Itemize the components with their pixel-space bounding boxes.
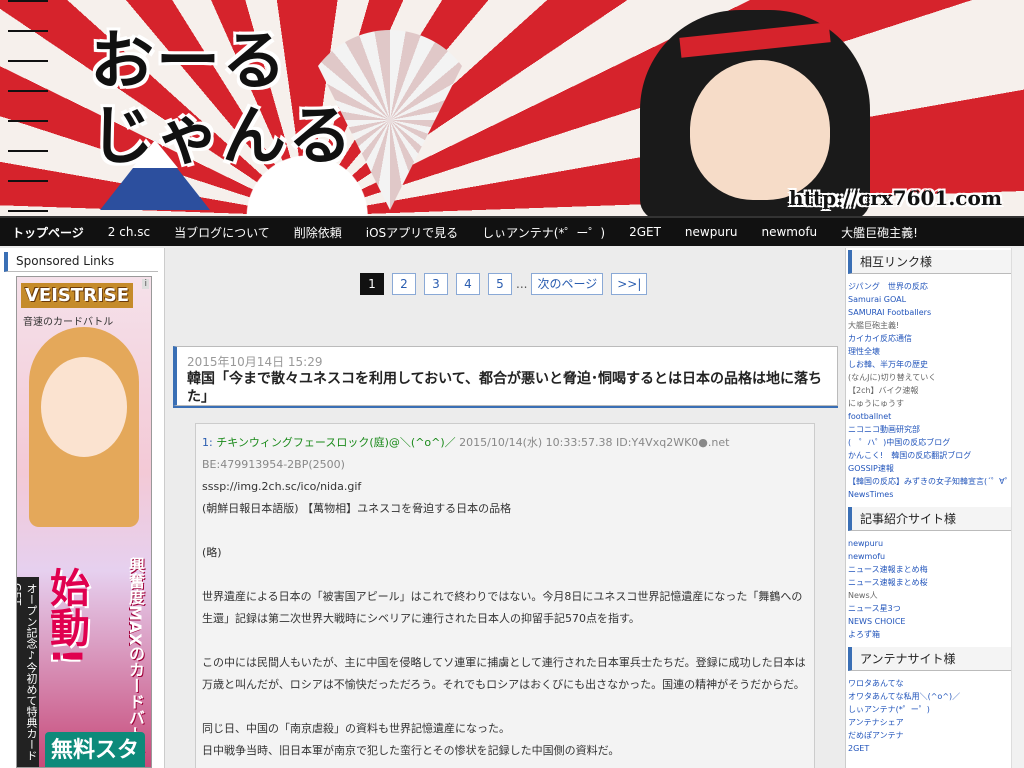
bamboo-decoration	[8, 0, 48, 216]
article-line: 日中戦争当時、旧日本軍が南京で犯した蛮行とその惨状を記録した中国側の資料だ。	[202, 744, 620, 757]
article-line: sssp://img.2ch.sc/ico/nida.gif	[202, 480, 362, 493]
sidebar-link[interactable]: よろず箱	[848, 628, 1011, 641]
sidebar-link[interactable]: だめぽアンテナ	[848, 729, 1011, 742]
mutual-links-heading: 相互リンク様	[848, 250, 1011, 274]
post-header: 1: チキンウィングフェースロック(庭)@＼(^o^)／ 2015/10/14(…	[202, 432, 808, 476]
article-header: 2015年10月14日 15:29 韓国「今まで散々ユネスコを利用しておいて、都…	[173, 346, 838, 408]
nav-about-blog[interactable]: 当ブログについて	[162, 224, 282, 241]
line-spacer	[202, 520, 808, 542]
sidebar-link[interactable]: ( ゜ハ゜)中国の反応ブログ	[848, 436, 1011, 449]
sidebar-link[interactable]: アンテナシェア	[848, 716, 1011, 729]
sidebar-link[interactable]: SAMURAI Footballers	[848, 306, 1011, 319]
article-line: 世界遺産による日本の「被害国アピール」はこれで終わりではない。今月8日にユネスコ…	[202, 590, 803, 625]
sidebar-link[interactable]: (なんJに)切り替えていく	[848, 371, 1011, 384]
sidebar-link[interactable]: newpuru	[848, 537, 1011, 550]
sidebar-link[interactable]: しお韓、半万年の歴史	[848, 358, 1011, 371]
site-url: http://crx7601.com	[789, 186, 1002, 210]
sidebar-link[interactable]: カイカイ反応通信	[848, 332, 1011, 345]
post-number: 1:	[202, 436, 213, 449]
post-author: チキンウィングフェースロック(庭)@＼(^o^)／	[216, 436, 456, 449]
line-spacer	[202, 696, 808, 718]
left-sidebar: Sponsored Links VEISTRISE 音速のカードバトル i 始動…	[0, 248, 165, 768]
antenna-sites-heading: アンテナサイト様	[848, 647, 1011, 671]
sidebar-link[interactable]: にゅうにゅうす	[848, 397, 1011, 410]
sidebar-link[interactable]: かんこく! 韓国の反応翻訳ブログ	[848, 449, 1011, 462]
sidebar-link[interactable]: ニコニコ動画研究部	[848, 423, 1011, 436]
page-1-link[interactable]: 1	[360, 273, 384, 295]
article-sites-list: newpuru newmofu ニュース速報まとめ梅 ニュース速報まとめ桜 News人ニ…	[846, 531, 1011, 645]
article-sites-heading: 記事紹介サイト様	[848, 507, 1011, 531]
sidebar-link[interactable]: 【韓国の反応】みずきの女子知韓宣言(´゜∀゜`)	[848, 475, 1011, 488]
sidebar-link[interactable]: GOSSIP速報	[848, 462, 1011, 475]
sidebar-link[interactable]: オワタあんてな私用＼(^o^)／	[848, 690, 1011, 703]
sidebar-link[interactable]: NEWS CHOICE	[848, 615, 1011, 628]
article-line: この中には民間人もいたが、主に中国を侵略してソ連軍に捕虜として連行された日本軍兵…	[202, 656, 806, 691]
sidebar-link[interactable]: NewsTimes	[848, 488, 1011, 501]
next-page-link[interactable]: 次のページ	[531, 273, 604, 295]
sidebar-link[interactable]: ニュース星3つ	[848, 602, 1011, 615]
sidebar-link[interactable]: 大艦巨砲主義!	[848, 319, 1011, 332]
nav-2get[interactable]: 2GET	[617, 225, 673, 239]
sidebar-link[interactable]: ワロタあんてな	[848, 677, 1011, 690]
nav-shii-antenna[interactable]: しぃアンテナ(*゜ー゜)	[470, 224, 617, 241]
nav-2ch-sc[interactable]: 2 ch.sc	[96, 225, 162, 239]
sidebar-link[interactable]: しぃアンテナ(*゜ー゜)	[848, 703, 1011, 716]
nav-ios-app[interactable]: iOSアプリで見る	[354, 224, 470, 241]
page-5-link[interactable]: 5	[488, 273, 512, 295]
site-title-line2: じゃんる	[90, 100, 354, 174]
main-nav: トップページ 2 ch.sc 当ブログについて 削除依頼 iOSアプリで見る し…	[0, 218, 1024, 246]
article-line: (朝鮮日報日本語版) 【萬物相】ユネスコを脅迫する日本の品格	[202, 502, 512, 515]
mutual-links-list: ジパング 世界の反応 Samurai GOAL SAMURAI Footballer…	[846, 274, 1011, 505]
nav-newpuru[interactable]: newpuru	[673, 225, 750, 239]
sidebar-link[interactable]: newmofu	[848, 550, 1011, 563]
sponsored-ad-banner[interactable]: VEISTRISE 音速のカードバトル i 始動! 興奮度MAXのカードバトル …	[16, 276, 152, 768]
site-banner[interactable]: おーる じゃんる http://crx7601.com	[0, 0, 1024, 218]
main-content: 1 2 3 4 5 ... 次のページ >>| 2015年10月14日 15:2…	[165, 248, 845, 768]
last-page-link[interactable]: >>|	[611, 273, 648, 295]
mascot-face	[690, 60, 830, 200]
ad-character-face	[41, 357, 127, 457]
sidebar-link[interactable]: 【2ch】バイク速報	[848, 384, 1011, 397]
ad-catchphrase: 興奮度MAXのカードバトル	[126, 557, 145, 758]
sidebar-link[interactable]: Samurai GOAL	[848, 293, 1011, 306]
page-2-link[interactable]: 2	[392, 273, 416, 295]
article-body: 1: チキンウィングフェースロック(庭)@＼(^o^)／ 2015/10/14(…	[195, 423, 815, 768]
article-title[interactable]: 韓国「今まで散々ユネスコを利用しておいて、都合が悪いと脅迫･恫喝するとは日本の品…	[187, 370, 827, 406]
ad-brand-subtitle: 音速のカードバトル	[23, 317, 114, 328]
right-sidebar: 相互リンク様 ジパング 世界の反応 Samurai GOAL SAMURAI Foo…	[845, 248, 1011, 768]
sidebar-link[interactable]: footballnet	[848, 410, 1011, 423]
sidebar-link[interactable]: ジパング 世界の反応	[848, 280, 1011, 293]
line-spacer	[202, 564, 808, 586]
article-header-rule	[173, 406, 838, 408]
pagination: 1 2 3 4 5 ... 次のページ >>|	[360, 273, 648, 295]
antenna-sites-list: ワロタあんてな オワタあんてな私用＼(^o^)／ しぃアンテナ(*゜ー゜) アンテナシ…	[846, 671, 1011, 759]
page-3-link[interactable]: 3	[424, 273, 448, 295]
article-line: (略)	[202, 546, 222, 559]
page-4-link[interactable]: 4	[456, 273, 480, 295]
pagination-ellipsis: ...	[516, 277, 528, 291]
sidebar-link[interactable]: ニュース速報まとめ桜	[848, 576, 1011, 589]
sidebar-link[interactable]: 2GET	[848, 742, 1011, 755]
page-scrollbar[interactable]	[1011, 248, 1024, 768]
sidebar-link[interactable]: 理性全壊	[848, 345, 1011, 358]
sidebar-link[interactable]: News人	[848, 589, 1011, 602]
article-date: 2015年10月14日 15:29	[187, 355, 323, 369]
ad-side-text: オープン記念♪今初めて特典カードGET	[17, 577, 39, 767]
nav-top-page[interactable]: トップページ	[0, 224, 96, 241]
nav-deletion-request[interactable]: 削除依頼	[282, 224, 354, 241]
nav-taikan-kyohou[interactable]: 大艦巨砲主義!	[829, 224, 930, 241]
line-spacer	[202, 630, 808, 652]
article-line: 同じ日、中国の「南京虐殺」の資料も世界記憶遺産になった。	[202, 722, 510, 735]
sponsored-links-heading: Sponsored Links	[4, 252, 158, 272]
nav-newmofu[interactable]: newmofu	[750, 225, 830, 239]
ad-free-start-button[interactable]: 無料スタート	[45, 732, 145, 767]
ad-info-icon[interactable]: i	[142, 279, 149, 289]
ad-brand-logo: VEISTRISE	[21, 283, 133, 308]
sidebar-link[interactable]: ニュース速報まとめ梅	[848, 563, 1011, 576]
